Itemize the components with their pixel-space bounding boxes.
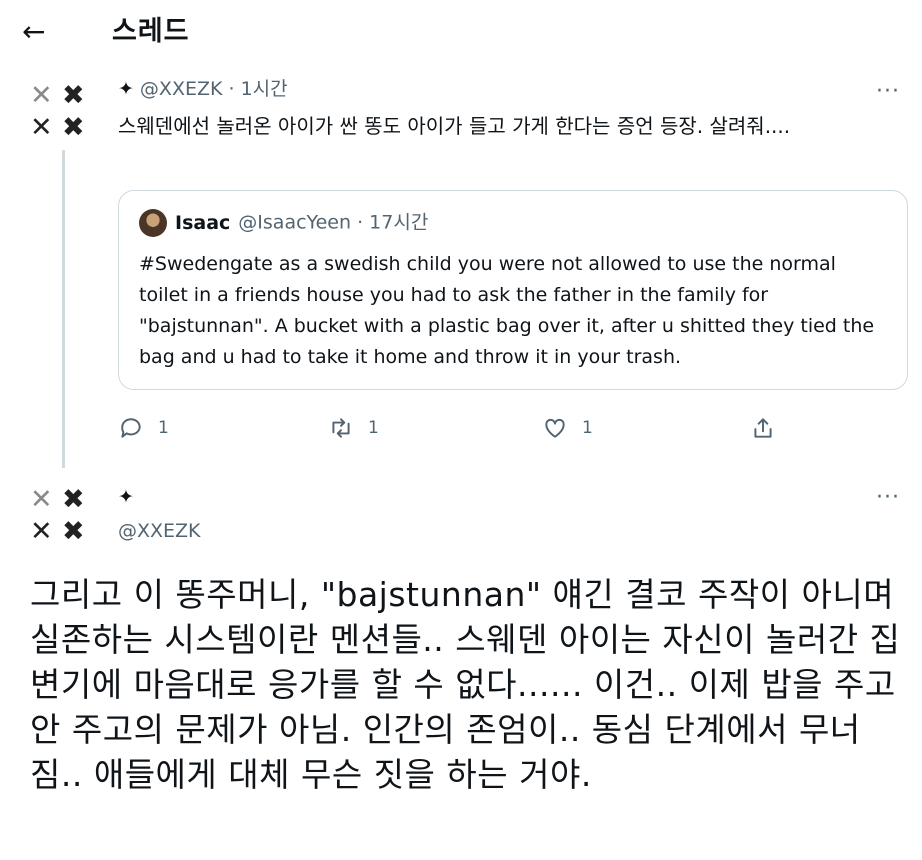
avatar[interactable]: ✕ ✖ ✕ ✖ (30, 486, 94, 546)
tweet-time[interactable]: 1시간 (241, 78, 288, 100)
more-options-icon[interactable]: ··· (876, 487, 900, 509)
author-handle[interactable]: @XXEZK (140, 78, 223, 100)
share-icon (754, 418, 772, 438)
author-handle[interactable]: @XXEZK (118, 518, 201, 544)
quoted-author-handle: @IsaacYeen (238, 211, 352, 234)
reply-count: 1 (158, 418, 169, 438)
avatar-glyph: ✖ (62, 112, 85, 143)
share-button[interactable] (750, 410, 790, 446)
heart-icon (545, 418, 565, 438)
separator-dot: · (351, 211, 370, 234)
quoted-author-row: Isaac @IsaacYeen · 17시간 (139, 209, 428, 237)
avatar-glyph: ✕ (30, 112, 53, 143)
avatar-glyph: ✕ (30, 484, 53, 515)
main-tweet-text: 그리고 이 똥주머니, "bajstunnan" 얘긴 결코 주작이 아니며 실… (30, 575, 901, 794)
retweet-icon (332, 418, 350, 438)
quoted-tweet-text: #Swedengate as a swedish child you were … (139, 253, 875, 368)
quoted-tweet-time: 17시간 (369, 211, 429, 234)
back-arrow-icon[interactable]: ← (22, 14, 45, 50)
avatar[interactable]: ✕ ✖ ✕ ✖ (30, 82, 94, 142)
display-name-star-icon: ✦ (118, 78, 134, 100)
avatar-glyph: ✖ (62, 516, 85, 547)
quoted-author-name: Isaac (175, 211, 231, 234)
like-count: 1 (582, 418, 593, 438)
avatar-glyph: ✕ (30, 80, 53, 111)
reply-button[interactable]: 1 (118, 410, 169, 446)
thread-header: ← 스레드 (0, 0, 922, 66)
reply-icon (121, 418, 141, 438)
page-title: 스레드 (112, 16, 190, 47)
retweet-button[interactable]: 1 (328, 410, 379, 446)
separator-dot: · (222, 78, 241, 100)
tweet-author-name: ✦ (118, 484, 140, 510)
like-button[interactable]: 1 (542, 410, 593, 446)
avatar-glyph: ✕ (30, 516, 53, 547)
display-name-star-icon: ✦ (118, 486, 134, 508)
tweet-text: 스웨덴에선 놀러온 아이가 싼 똥도 아이가 들고 가게 한다는 증언 등장. … (118, 114, 791, 138)
thread-connector-line (62, 150, 65, 468)
quoted-avatar (139, 209, 167, 237)
retweet-count: 1 (368, 418, 379, 438)
tweet-author-row: ✦ @XXEZK · 1시간 (118, 76, 288, 102)
more-options-icon[interactable]: ··· (876, 81, 900, 103)
avatar-glyph: ✖ (62, 484, 85, 515)
tweet-actions: 1 1 1 (118, 410, 908, 446)
quoted-tweet[interactable]: Isaac @IsaacYeen · 17시간 #Swedengate as a … (118, 190, 908, 390)
avatar-glyph: ✖ (62, 80, 85, 111)
